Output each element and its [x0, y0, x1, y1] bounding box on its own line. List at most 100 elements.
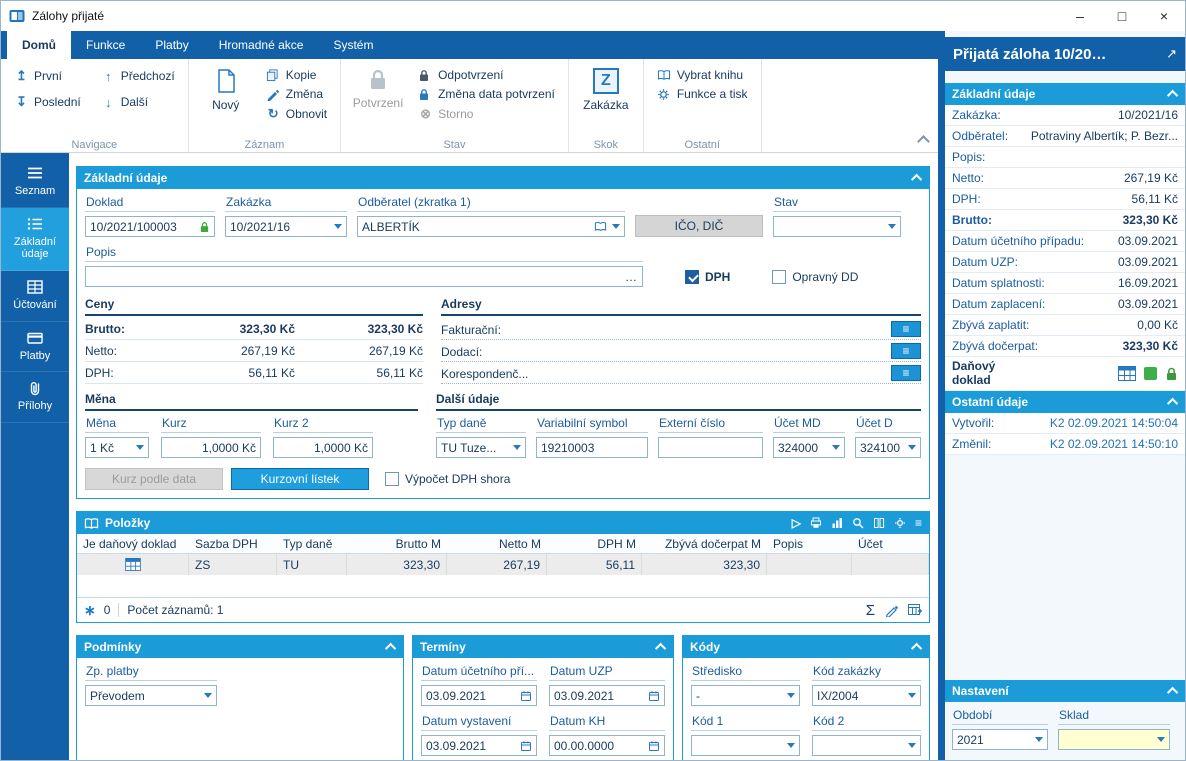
- chevron-up-icon[interactable]: [384, 642, 397, 655]
- address-menu-button[interactable]: ≡: [891, 321, 921, 337]
- kod2-field[interactable]: [812, 735, 921, 756]
- chevron-down-icon[interactable]: [334, 224, 342, 229]
- chevron-down-icon[interactable]: [787, 743, 795, 748]
- new-record-button[interactable]: Nový: [197, 64, 255, 136]
- calendar-icon[interactable]: [648, 740, 660, 752]
- calendar-icon[interactable]: [648, 690, 660, 702]
- column-header[interactable]: Je daňový doklad: [77, 537, 189, 551]
- address-menu-button[interactable]: ≡: [891, 343, 921, 359]
- chevron-up-icon[interactable]: [910, 642, 923, 655]
- snowflake-icon[interactable]: ∗: [84, 602, 96, 619]
- columns-icon[interactable]: [873, 517, 885, 529]
- sklad-field[interactable]: [1058, 729, 1170, 750]
- table-empty-area[interactable]: [77, 575, 929, 597]
- column-header[interactable]: Typ daně: [277, 537, 347, 551]
- chevron-down-icon[interactable]: [832, 445, 840, 450]
- chevron-down-icon[interactable]: [204, 693, 212, 698]
- doklad-field[interactable]: 10/2021/100003: [85, 216, 215, 237]
- minimize-button[interactable]: –: [1059, 1, 1101, 31]
- first-button[interactable]: ↥ První: [9, 64, 86, 88]
- address-menu-button[interactable]: ≡: [891, 365, 921, 381]
- sidebar-item-uctovani[interactable]: Účtování: [1, 271, 69, 322]
- chevron-down-icon[interactable]: [787, 693, 795, 698]
- storno-button[interactable]: ⊗ Storno: [413, 104, 560, 124]
- kurz-podle-data-button[interactable]: Kurz podle data: [85, 468, 223, 490]
- ribbon-collapse-icon[interactable]: [917, 135, 930, 148]
- stav-field[interactable]: [773, 216, 901, 237]
- calendar-icon[interactable]: [520, 690, 532, 702]
- kod-zakazky-field[interactable]: IX/2004: [812, 685, 921, 706]
- ellipsis-button[interactable]: …: [625, 270, 638, 284]
- tab-domu[interactable]: Domů: [7, 31, 71, 59]
- panel-splitter[interactable]: [938, 31, 945, 760]
- vypocet-dph-checkbox[interactable]: [385, 472, 399, 486]
- sum-icon[interactable]: Σ: [866, 602, 875, 619]
- sidebar-item-platby[interactable]: Platby: [1, 322, 69, 373]
- close-button[interactable]: ×: [1143, 1, 1185, 31]
- chevron-down-icon[interactable]: [1035, 737, 1043, 742]
- chevron-down-icon[interactable]: [908, 445, 916, 450]
- chevron-up-icon[interactable]: [654, 642, 667, 655]
- datum-uzp-field[interactable]: 03.09.2021: [549, 685, 665, 706]
- ucet-md-field[interactable]: 324000: [773, 437, 845, 458]
- chevron-up-icon[interactable]: [1166, 397, 1179, 410]
- chevron-up-icon[interactable]: [1166, 686, 1179, 699]
- column-header[interactable]: Popis: [767, 537, 852, 551]
- kod1-field[interactable]: [691, 735, 800, 756]
- printer-icon[interactable]: [810, 517, 822, 529]
- lookup-icon[interactable]: [594, 221, 607, 232]
- chevron-down-icon[interactable]: [908, 743, 916, 748]
- open-in-window-icon[interactable]: ↗: [1166, 46, 1177, 62]
- change-confirm-date-button[interactable]: Změna data potvrzení: [413, 85, 560, 103]
- chevron-up-icon[interactable]: [1166, 89, 1179, 102]
- chevron-up-icon[interactable]: [910, 173, 923, 186]
- search-icon[interactable]: [852, 517, 864, 529]
- obdobi-field[interactable]: 2021: [952, 729, 1048, 750]
- edit-pencil-icon[interactable]: [885, 604, 898, 617]
- chevron-down-icon[interactable]: [513, 445, 521, 450]
- column-header[interactable]: Netto M: [447, 537, 547, 551]
- odberatel-field[interactable]: ALBERTÍK: [357, 216, 625, 237]
- typ-dane-field[interactable]: TU Tuze...: [436, 437, 526, 458]
- previous-button[interactable]: ↑ Předchozí: [96, 64, 180, 88]
- column-header[interactable]: Účet: [852, 537, 929, 551]
- kurz-field[interactable]: 1,0000 Kč: [161, 437, 261, 458]
- sidebar-item-prilohy[interactable]: Přílohy: [1, 372, 69, 423]
- chart-icon[interactable]: [831, 517, 843, 529]
- table-row[interactable]: ZS TU 323,30 267,19 56,11 323,30: [77, 554, 929, 575]
- edit-button[interactable]: Změna: [261, 85, 332, 103]
- stredisko-field[interactable]: -: [691, 685, 800, 706]
- mena-field[interactable]: 1 Kč: [85, 437, 149, 458]
- calendar-icon[interactable]: [520, 740, 532, 752]
- copy-button[interactable]: Kopie: [261, 66, 332, 84]
- column-header[interactable]: DPH M: [547, 537, 642, 551]
- ucet-d-field[interactable]: 324100: [855, 437, 921, 458]
- chevron-down-icon[interactable]: [908, 693, 916, 698]
- tab-system[interactable]: Systém: [318, 31, 388, 59]
- tab-platby[interactable]: Platby: [140, 31, 203, 59]
- column-header[interactable]: Brutto M: [347, 537, 447, 551]
- next-button[interactable]: ↓ Další: [96, 90, 180, 114]
- chevron-down-icon[interactable]: [612, 224, 620, 229]
- sidebar-item-zakladni-udaje[interactable]: Základní údaje: [1, 207, 69, 271]
- kurzovni-listek-button[interactable]: Kurzovní lístek: [231, 468, 369, 490]
- kurz2-field[interactable]: 1,0000 Kč: [273, 437, 373, 458]
- column-header[interactable]: Sazba DPH: [189, 537, 277, 551]
- popis-field[interactable]: …: [85, 266, 643, 287]
- chevron-down-icon[interactable]: [136, 445, 144, 450]
- dph-checkbox[interactable]: [685, 270, 699, 284]
- externi-cislo-field[interactable]: [658, 437, 763, 458]
- sidebar-item-seznam[interactable]: Seznam: [1, 157, 69, 208]
- datum-kh-field[interactable]: 00.00.0000: [549, 735, 665, 756]
- tab-hromadne-akce[interactable]: Hromadné akce: [204, 31, 319, 59]
- chevron-down-icon[interactable]: [1157, 737, 1165, 742]
- variabilni-symbol-field[interactable]: 19210003: [536, 437, 648, 458]
- opravny-dd-checkbox[interactable]: [772, 270, 787, 284]
- functions-print-button[interactable]: Funkce a tisk: [652, 85, 753, 103]
- grid-edit-icon[interactable]: [908, 604, 922, 616]
- zakazka-field[interactable]: 10/2021/16: [225, 216, 347, 237]
- zp-platby-field[interactable]: Převodem: [85, 685, 217, 706]
- last-button[interactable]: ↧ Poslední: [9, 90, 86, 114]
- settings-search-icon[interactable]: [894, 517, 906, 529]
- menu-icon[interactable]: ≡: [915, 517, 922, 529]
